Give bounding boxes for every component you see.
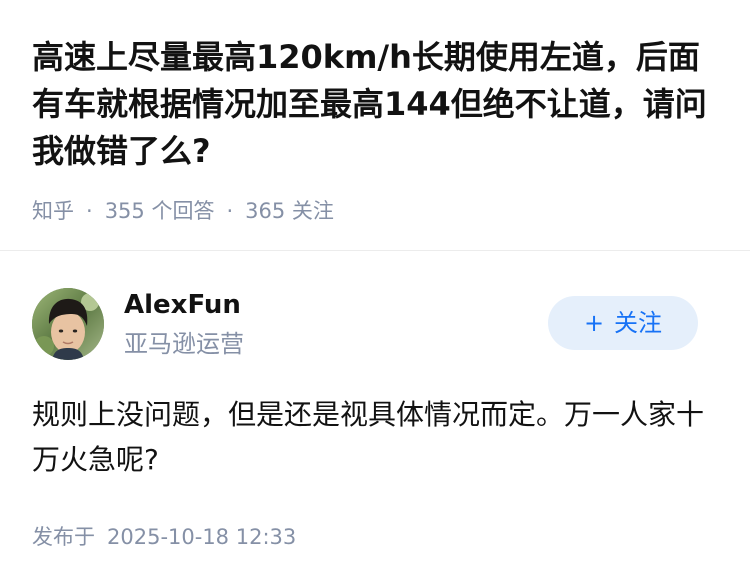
avatar-photo <box>32 288 104 360</box>
publish-label: 发布于 <box>32 525 95 549</box>
publish-time: 2025-10-18 12:33 <box>107 525 297 549</box>
divider <box>0 250 750 251</box>
separator-dot: · <box>226 199 234 223</box>
author-name[interactable]: AlexFun <box>124 288 241 322</box>
answer-content[interactable]: 规则上没问题，但是还是视具体情况而定。万一人家十万火急呢? <box>32 392 712 482</box>
plus-icon: + <box>583 309 605 337</box>
source-label[interactable]: 知乎 <box>32 199 74 223</box>
question-meta: 知乎 · 355 个回答 · 365 关注 <box>32 196 334 226</box>
question-title[interactable]: 高速上尽量最高120km/h长期使用左道，后面有车就根据情况加至最高144但绝不… <box>32 34 722 175</box>
question-header: 高速上尽量最高120km/h长期使用左道，后面有车就根据情况加至最高144但绝不… <box>32 34 722 175</box>
publish-info: 发布于 2025-10-18 12:33 <box>32 522 296 552</box>
avatar[interactable] <box>32 288 104 360</box>
answers-count[interactable]: 355 个回答 <box>105 199 215 223</box>
followers-count[interactable]: 365 关注 <box>245 199 334 223</box>
separator-dot: · <box>86 199 93 223</box>
follow-button[interactable]: + 关注 <box>548 296 698 350</box>
author-bio: 亚马逊运营 <box>124 330 244 358</box>
author-card: AlexFun 亚马逊运营 + 关注 <box>32 286 718 362</box>
answer-page: 高速上尽量最高120km/h长期使用左道，后面有车就根据情况加至最高144但绝不… <box>0 0 750 588</box>
follow-button-label: 关注 <box>614 309 663 337</box>
